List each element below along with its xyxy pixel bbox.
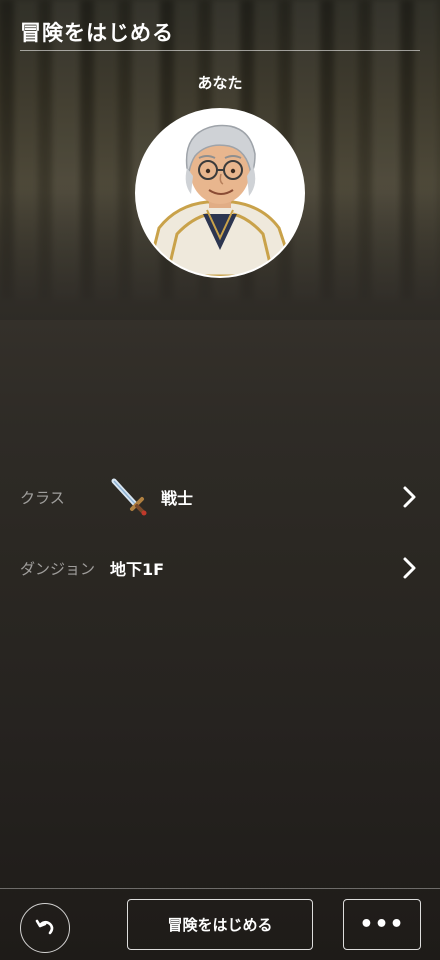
- player-label: あなた: [197, 74, 243, 92]
- page-title: 冒険をはじめる: [20, 21, 174, 45]
- class-label: クラス: [20, 489, 65, 507]
- dungeon-value: 地下1F: [110, 560, 165, 579]
- sword-icon: [108, 477, 150, 517]
- chevron-right-icon: [400, 485, 420, 509]
- elder-mage-portrait-icon: [137, 110, 303, 276]
- footer-divider: [0, 888, 440, 889]
- class-row[interactable]: クラス 戦士: [0, 477, 440, 517]
- dungeon-row[interactable]: ダンジョン 地下1F: [0, 548, 440, 588]
- more-button[interactable]: •••: [343, 899, 421, 950]
- undo-button[interactable]: [20, 903, 70, 953]
- chevron-right-icon: [400, 556, 420, 580]
- player-avatar[interactable]: [135, 108, 305, 278]
- class-value: 戦士: [161, 489, 194, 508]
- undo-icon: [35, 919, 54, 935]
- start-adventure-button[interactable]: 冒険をはじめる: [127, 899, 313, 950]
- game-screen: 冒険をはじめる あなた クラス 戦士 ダンジョン 地下1F 冒険をはじめる ••…: [0, 0, 440, 960]
- dungeon-label: ダンジョン: [20, 560, 96, 578]
- header: 冒険をはじめる: [20, 18, 420, 51]
